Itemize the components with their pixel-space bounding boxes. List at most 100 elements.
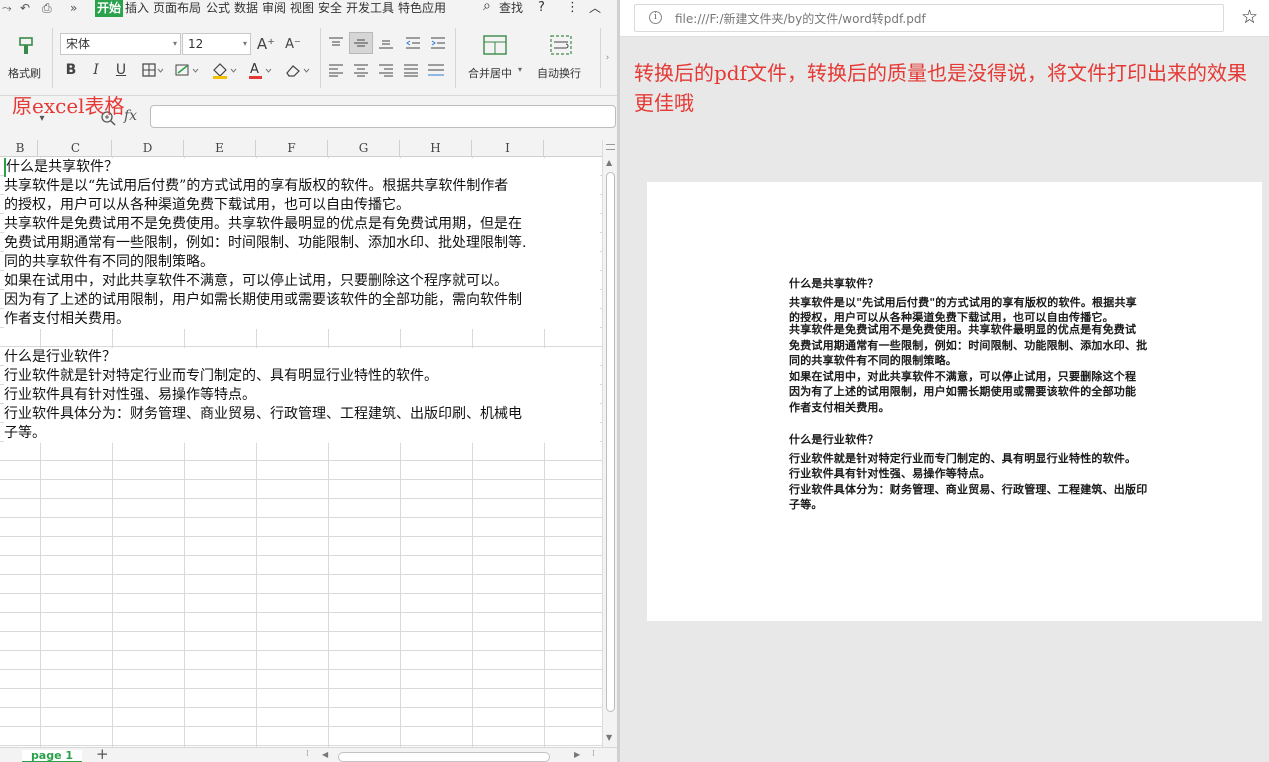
table-row[interactable]: 因为有了上述的试用限制，用户如需长期使用或需要该软件的全部功能，需向软件制 [4, 291, 600, 310]
info-icon[interactable]: i [649, 11, 662, 24]
menu-page-layout[interactable]: 页面布局 [152, 0, 202, 17]
menu-insert[interactable]: 插入 [124, 0, 150, 17]
search-icon[interactable]: ⌕ [482, 0, 492, 15]
menu-formulas[interactable]: 公式 [205, 0, 231, 17]
scroll-left-icon[interactable]: ◀ [322, 750, 328, 759]
formula-input[interactable] [150, 105, 616, 128]
address-bar: i file:///F:/新建文件夹/by的文件/word转pdf.pdf ☆ [620, 0, 1269, 37]
pdf-line: 什么是行业软件？ [789, 433, 879, 446]
table-row[interactable]: 的授权，用户可以从各种渠道免费下载试用，也可以自由传播它。 [4, 196, 600, 215]
pdf-line: 行业软件具有针对性强、易操作等特点。 [789, 467, 991, 480]
menu-view[interactable]: 视图 [289, 0, 315, 17]
sheet-grid[interactable]: 什么是共享软件？ 共享软件是以“先试用后付费”的方式试用的享有版权的软件。根据共… [0, 157, 602, 747]
font-color-icon[interactable]: A [247, 60, 273, 80]
more-options-icon[interactable]: ⋮ [565, 0, 580, 17]
table-row[interactable]: 共享软件是免费试用不是免费使用。共享软件最明显的优点是有免费试用期，但是在 [4, 215, 600, 234]
tab-split-handle[interactable]: ⁞ [306, 749, 309, 759]
italic-icon[interactable]: I [87, 60, 105, 80]
table-row[interactable]: 共享软件是以“先试用后付费”的方式试用的享有版权的软件。根据共享软件制作者 [4, 177, 600, 196]
clear-format-icon[interactable] [283, 60, 311, 80]
align-top-icon[interactable] [327, 33, 345, 53]
table-row[interactable]: 什么是共享软件？ [4, 158, 600, 177]
align-bottom-icon[interactable] [377, 33, 395, 53]
column-header-d[interactable]: D [112, 140, 184, 157]
wrap-text-label[interactable]: 自动换行 [537, 65, 581, 81]
format-painter-icon[interactable] [14, 34, 38, 58]
column-header-e[interactable]: E [184, 140, 256, 157]
url-input[interactable]: i file:///F:/新建文件夹/by的文件/word转pdf.pdf [634, 4, 1224, 32]
decrease-indent-icon[interactable] [403, 33, 423, 53]
add-sheet-button[interactable]: + [96, 745, 109, 762]
annotation-converted-pdf: 转换后的pdf文件，转换后的质量也是没得说，将文件打印出来的效果更佳哦 [634, 61, 1248, 115]
sheet-tab-page1[interactable]: page 1 [22, 750, 82, 762]
bold-icon[interactable]: B [62, 60, 80, 80]
menu-home[interactable]: 开始 [95, 0, 124, 17]
menu-security[interactable]: 安全 [317, 0, 343, 17]
justify-icon[interactable] [402, 60, 420, 80]
redo-icon[interactable]: ⤳ [2, 1, 12, 16]
vertical-scroll-thumb[interactable] [606, 172, 615, 712]
table-row[interactable]: 如果在试用中，对此共享软件不满意，可以停止试用，只要删除这个程序就可以。 [4, 272, 600, 291]
horizontal-scroll-thumb[interactable] [338, 752, 550, 762]
empty-row[interactable] [4, 329, 600, 348]
pdf-line: 的授权，用户可以从各种渠道免费下载试用，也可以自由传播它。 [789, 311, 1114, 322]
menu-developer[interactable]: 开发工具 [345, 0, 395, 17]
menu-bar: ⤳ ↶ ⎙ » 开始 插入 页面布局 公式 数据 审阅 视图 安全 开发工具 特… [0, 0, 617, 18]
column-header-f[interactable]: F [256, 140, 328, 157]
scroll-right-icon[interactable]: ▶ [574, 750, 580, 759]
chevron-down-icon[interactable]: ▾ [518, 65, 522, 74]
menu-data[interactable]: 数据 [233, 0, 259, 17]
scroll-down-icon[interactable]: ▼ [606, 733, 612, 742]
increase-font-icon[interactable]: A⁺ [256, 33, 276, 55]
table-row[interactable]: 作者支付相关费用。 [4, 310, 600, 329]
pdf-line: 如果在试用中，对此共享软件不满意，可以停止试用，只要删除这个程 [789, 369, 1137, 383]
wrap-text-icon[interactable] [548, 32, 574, 58]
menu-review[interactable]: 审阅 [261, 0, 287, 17]
table-row[interactable]: 行业软件就是针对特定行业而专门制定的、具有明显行业特性的软件。 [4, 367, 600, 386]
fill-color-icon[interactable] [210, 60, 238, 80]
print-icon[interactable]: ⎙ [42, 1, 52, 16]
borders-icon[interactable] [140, 60, 166, 80]
column-header-h[interactable]: H [400, 140, 472, 157]
table-row[interactable]: 行业软件具体分为：财务管理、商业贸易、行政管理、工程建筑、出版印刷、机械电 [4, 405, 600, 424]
scroll-up-icon[interactable]: ▲ [606, 158, 612, 167]
collapse-ribbon-icon[interactable]: ︿ [588, 0, 602, 17]
split-handle[interactable] [606, 144, 615, 150]
table-row[interactable]: 同的共享软件有不同的限制策略。 [4, 253, 600, 272]
column-header-c[interactable]: C [40, 140, 112, 157]
merge-center-icon[interactable] [482, 32, 508, 58]
undo-icon[interactable]: ↶ [20, 1, 30, 15]
align-middle-icon[interactable] [349, 32, 373, 54]
table-row[interactable]: 子等。 [4, 424, 600, 443]
distributed-align-icon[interactable] [426, 60, 446, 80]
align-left-icon[interactable] [327, 60, 345, 80]
font-size-select[interactable]: 12 ▾ [182, 33, 251, 55]
menu-special-apps[interactable]: 特色应用 [397, 0, 447, 17]
underline-icon[interactable]: U [112, 60, 130, 80]
column-header-i[interactable]: I [472, 140, 544, 157]
font-name-select[interactable]: 宋体 ▾ [60, 33, 181, 55]
sheet-tab-bar: page 1 + ⁞ ◀ ▶ ⁞ [0, 745, 617, 762]
url-text: file:///F:/新建文件夹/by的文件/word转pdf.pdf [675, 12, 926, 26]
format-painter-label[interactable]: 格式刷 [8, 65, 41, 81]
bookmark-star-icon[interactable]: ☆ [1241, 6, 1258, 28]
table-row[interactable]: 行业软件具有针对性强、易操作等特点。 [4, 386, 600, 405]
resize-handle[interactable]: ⁞ [592, 749, 595, 759]
column-header-b[interactable]: B [0, 140, 40, 157]
vertical-scrollbar[interactable]: ▲ ▼ [602, 140, 617, 747]
function-icon[interactable]: fx [124, 108, 137, 124]
table-row[interactable]: 什么是行业软件？ [4, 348, 600, 367]
help-icon[interactable]: ? [537, 0, 546, 17]
cell-style-icon[interactable] [173, 60, 201, 80]
column-header-g[interactable]: G [328, 140, 400, 157]
increase-indent-icon[interactable] [428, 33, 448, 53]
merge-center-label[interactable]: 合并居中 [468, 65, 512, 81]
table-row[interactable]: 免费试用期通常有一些限制，例如：时间限制、功能限制、添加水印、批处理限制等. [4, 234, 600, 253]
more-quick-access-icon[interactable]: » [70, 1, 77, 15]
align-right-icon[interactable] [377, 60, 395, 80]
font-size-value: 12 [188, 37, 204, 51]
search-label[interactable]: 查找 [498, 0, 524, 17]
align-center-icon[interactable] [352, 60, 370, 80]
decrease-font-icon[interactable]: A⁻ [283, 33, 303, 55]
ribbon-scroll-right-icon[interactable]: › [600, 28, 614, 88]
